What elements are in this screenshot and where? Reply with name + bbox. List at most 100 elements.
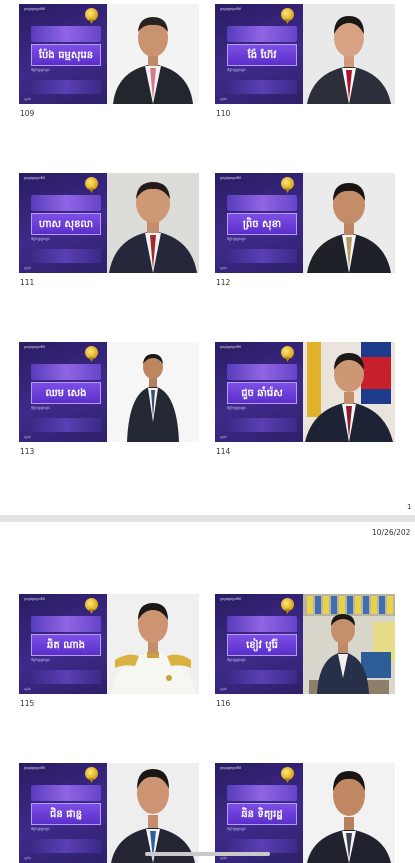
person-name: ឆិន ទិត្យរដ្ឋ	[241, 808, 283, 820]
portrait-photo	[107, 763, 199, 863]
medal-icon	[85, 767, 98, 780]
card-112[interactable]: ក្រសួងព្រហ្មចារីយ៍ ព្រិច សុខា ទីប្រឹក្សា…	[215, 173, 395, 273]
decor-banner	[31, 616, 101, 632]
person-name: ព្រិច សុខា	[242, 218, 282, 230]
card-114[interactable]: ក្រសួងព្រហ្មចារីយ៍ ជួច ឆាំរ៉េស ទីប្រឹក្ស…	[215, 342, 395, 442]
medal-icon	[281, 177, 294, 190]
portrait-photo	[303, 173, 395, 273]
name-box: ខៀវ បូរ៉ែ	[227, 634, 297, 656]
card-header: ក្រសួងព្រហ្មចារីយ៍	[24, 176, 46, 180]
person-title: ទីប្រឹក្សាក្រសួង	[227, 406, 246, 410]
card-footer: ស្នាដៃ	[220, 266, 227, 270]
card-115[interactable]: ក្រសួងព្រហ្មចារីយ៍ ឆិត ណាង ទីប្រឹក្សាក្រ…	[19, 594, 199, 694]
portrait-photo	[107, 594, 199, 694]
decor-banner	[227, 195, 297, 211]
card-left-panel: ក្រសួងព្រហ្មចារីយ៍ ប៉ែង ធម្មសុរេន ទីប្រឹ…	[19, 4, 107, 104]
card-left-panel: ក្រសួងព្រហ្មចារីយ៍ ង៉ែ ហ៊ែវ ទីប្រឹក្សាក្…	[215, 4, 303, 104]
person-name: ឆិត ណាង	[47, 639, 85, 651]
person-title: ទីប្រឹក្សាក្រសួង	[31, 237, 50, 241]
decor-band	[31, 80, 101, 94]
decor-band	[227, 670, 297, 684]
decor-banner	[227, 616, 297, 632]
person-title: ទីប្រឹក្សាក្រសួង	[227, 658, 246, 662]
person-name: ជិន ផាន្ន	[49, 808, 83, 820]
decor-band	[31, 249, 101, 263]
decor-band	[227, 839, 297, 853]
decor-banner	[31, 364, 101, 380]
decor-banner	[31, 785, 101, 801]
card-header: ក្រសួងព្រហ្មចារីយ៍	[24, 597, 46, 601]
name-box: ឆិន ទិត្យរដ្ឋ	[227, 803, 297, 825]
person-title: ទីប្រឹក្សាក្រសួង	[31, 827, 50, 831]
card-number: 112	[216, 278, 231, 287]
portrait-photo	[303, 594, 395, 694]
card-left-panel: ក្រសួងព្រហ្មចារីយ៍ ព្រិច សុខា ទីប្រឹក្សា…	[215, 173, 303, 273]
card-header: ក្រសួងព្រហ្មចារីយ៍	[220, 7, 242, 11]
card-111[interactable]: ក្រសួងព្រហ្មចារីយ៍ ហាស សុខលា ទីប្រឹក្សាក…	[19, 173, 199, 273]
card-header: ក្រសួងព្រហ្មចារីយ៍	[220, 345, 242, 349]
card-left-panel: ក្រសួងព្រហ្មចារីយ៍ ឆិន ទិត្យរដ្ឋ ទីប្រឹក…	[215, 763, 303, 863]
name-box: ប៉ែង ធម្មសុរេន	[31, 44, 101, 66]
card-left-panel: ក្រសួងព្រហ្មចារីយ៍ ខៀវ បូរ៉ែ ទីប្រឹក្សាក…	[215, 594, 303, 694]
decor-banner	[227, 785, 297, 801]
name-box: ឆិត ណាង	[31, 634, 101, 656]
card-117[interactable]: ក្រសួងព្រហ្មចារីយ៍ ជិន ផាន្ន ទីប្រឹក្សាក…	[19, 763, 199, 863]
medal-icon	[85, 346, 98, 359]
page-datestamp: 10/26/202	[372, 528, 411, 537]
name-box: ព្រិច សុខា	[227, 213, 297, 235]
person-title: ទីប្រឹក្សាក្រសួង	[31, 406, 50, 410]
person-title: ទីប្រឹក្សាក្រសួង	[227, 237, 246, 241]
card-header: ក្រសួងព្រហ្មចារីយ៍	[24, 7, 46, 11]
person-name: ប៉ែង ធម្មសុរេន	[38, 49, 94, 61]
page-divider	[0, 515, 415, 522]
portrait-photo	[303, 342, 395, 442]
card-number: 113	[20, 447, 35, 456]
card-left-panel: ក្រសួងព្រហ្មចារីយ៍ ហាស សុខលា ទីប្រឹក្សាក…	[19, 173, 107, 273]
card-number: 110	[216, 109, 231, 118]
decor-banner	[227, 26, 297, 42]
portrait-photo	[303, 4, 395, 104]
card-left-panel: ក្រសួងព្រហ្មចារីយ៍ ឆិត ណាង ទីប្រឹក្សាក្រ…	[19, 594, 107, 694]
medal-icon	[85, 598, 98, 611]
card-109[interactable]: ក្រសួងព្រហ្មចារីយ៍ ប៉ែង ធម្មសុរេន ទីប្រឹ…	[19, 4, 199, 104]
person-title: ទីប្រឹក្សាក្រសួង	[227, 827, 246, 831]
decor-banner	[227, 364, 297, 380]
name-box: ជួច ឆាំរ៉េស	[227, 382, 297, 404]
card-left-panel: ក្រសួងព្រហ្មចារីយ៍ ឈម សេង ទីប្រឹក្សាក្រស…	[19, 342, 107, 442]
card-header: ក្រសួងព្រហ្មចារីយ៍	[24, 766, 46, 770]
card-116[interactable]: ក្រសួងព្រហ្មចារីយ៍ ខៀវ បូរ៉ែ ទីប្រឹក្សាក…	[215, 594, 395, 694]
decor-band	[31, 670, 101, 684]
card-footer: ស្នាដៃ	[24, 435, 31, 439]
name-box: ជិន ផាន្ន	[31, 803, 101, 825]
decor-band	[31, 839, 101, 853]
medal-icon	[281, 8, 294, 21]
person-name: ង៉ែ ហ៊ែវ	[247, 49, 277, 61]
person-name: ខៀវ បូរ៉ែ	[246, 639, 278, 651]
person-title: ទីប្រឹក្សាក្រសួង	[31, 68, 50, 72]
card-left-panel: ក្រសួងព្រហ្មចារីយ៍ ជួច ឆាំរ៉េស ទីប្រឹក្ស…	[215, 342, 303, 442]
card-header: ក្រសួងព្រហ្មចារីយ៍	[24, 345, 46, 349]
card-footer: ស្នាដៃ	[220, 435, 227, 439]
card-footer: ស្នាដៃ	[24, 97, 31, 101]
card-footer: ស្នាដៃ	[220, 687, 227, 691]
card-header: ក្រសួងព្រហ្មចារីយ៍	[220, 597, 242, 601]
card-header: ក្រសួងព្រហ្មចារីយ៍	[220, 176, 242, 180]
name-box: ឈម សេង	[31, 382, 101, 404]
medal-icon	[85, 8, 98, 21]
card-number: 111	[20, 278, 35, 287]
card-number: 115	[20, 699, 35, 708]
person-name: ឈម សេង	[45, 387, 87, 399]
portrait-photo	[107, 173, 199, 273]
person-title: ទីប្រឹក្សាក្រសួង	[31, 658, 50, 662]
medal-icon	[281, 346, 294, 359]
medal-icon	[85, 177, 98, 190]
card-118[interactable]: ក្រសួងព្រហ្មចារីយ៍ ឆិន ទិត្យរដ្ឋ ទីប្រឹក…	[215, 763, 395, 863]
person-title: ទីប្រឹក្សាក្រសួង	[227, 68, 246, 72]
decor-banner	[31, 26, 101, 42]
home-indicator[interactable]	[145, 852, 270, 856]
card-110[interactable]: ក្រសួងព្រហ្មចារីយ៍ ង៉ែ ហ៊ែវ ទីប្រឹក្សាក្…	[215, 4, 395, 104]
portrait-photo	[107, 342, 199, 442]
card-113[interactable]: ក្រសួងព្រហ្មចារីយ៍ ឈម សេង ទីប្រឹក្សាក្រស…	[19, 342, 199, 442]
name-box: ហាស សុខលា	[31, 213, 101, 235]
decor-band	[31, 418, 101, 432]
